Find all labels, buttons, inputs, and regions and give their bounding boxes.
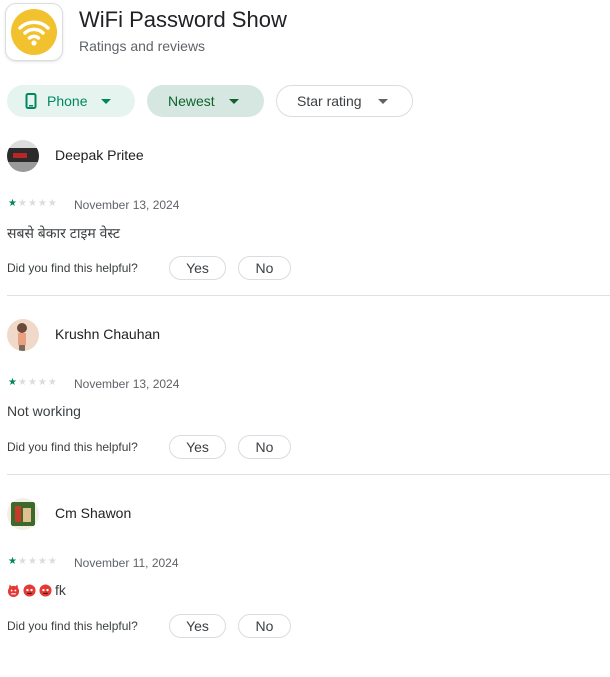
chevron-down-icon bbox=[377, 98, 388, 104]
review-text-row: fk bbox=[7, 582, 66, 598]
avatar[interactable] bbox=[7, 140, 39, 172]
review-card: Cm Shawon ★ ★ ★ ★ ★ November 11, 2024 fk… bbox=[0, 498, 610, 677]
review-text: सबसे बेकार टाइम वेस्ट bbox=[7, 225, 120, 241]
chevron-down-icon bbox=[101, 98, 112, 104]
wifi-icon bbox=[11, 9, 57, 55]
review-text: Not working bbox=[7, 403, 81, 419]
divider bbox=[7, 474, 610, 475]
helpful-no-button[interactable]: No bbox=[238, 256, 291, 280]
star-rating: ★ ★ ★ ★ ★ bbox=[8, 557, 57, 567]
star-icon: ★ bbox=[27, 377, 37, 388]
star-icon: ★ bbox=[8, 377, 17, 388]
star-icon: ★ bbox=[27, 556, 37, 567]
angry-face-emoji bbox=[39, 583, 52, 597]
helpful-no-button[interactable]: No bbox=[238, 614, 291, 638]
helpful-yes-button[interactable]: Yes bbox=[169, 614, 226, 638]
avatar[interactable] bbox=[7, 498, 39, 530]
star-icon: ★ bbox=[17, 556, 27, 567]
app-icon[interactable] bbox=[6, 4, 62, 60]
helpful-yes-button[interactable]: Yes bbox=[169, 256, 226, 280]
review-date: November 11, 2024 bbox=[74, 556, 179, 570]
chevron-down-icon bbox=[228, 98, 239, 104]
review-card: Deepak Pritee ★ ★ ★ ★ ★ November 13, 202… bbox=[0, 140, 610, 319]
star-icon: ★ bbox=[17, 377, 27, 388]
star-icon: ★ bbox=[27, 198, 37, 209]
star-icon: ★ bbox=[37, 556, 47, 567]
star-icon: ★ bbox=[37, 377, 47, 388]
review-author: Krushn Chauhan bbox=[55, 326, 161, 342]
star-icon: ★ bbox=[47, 377, 57, 388]
review-date: November 13, 2024 bbox=[74, 377, 180, 391]
star-icon: ★ bbox=[8, 556, 17, 567]
angry-devil-emoji bbox=[7, 583, 20, 597]
review-text: fk bbox=[55, 582, 66, 598]
divider bbox=[7, 295, 610, 296]
sort-filter-label: Newest bbox=[168, 93, 215, 109]
app-title: WiFi Password Show bbox=[79, 7, 287, 32]
helpful-prompt: Did you find this helpful? bbox=[7, 261, 138, 275]
sort-filter-chip[interactable]: Newest bbox=[147, 85, 264, 117]
review-date: November 13, 2024 bbox=[74, 198, 180, 212]
star-rating: ★ ★ ★ ★ ★ bbox=[8, 378, 57, 388]
review-author: Deepak Pritee bbox=[55, 147, 144, 163]
star-icon: ★ bbox=[8, 198, 17, 209]
star-icon: ★ bbox=[47, 198, 57, 209]
phone-icon bbox=[25, 93, 37, 109]
device-filter-chip[interactable]: Phone bbox=[7, 85, 135, 117]
helpful-no-button[interactable]: No bbox=[238, 435, 291, 459]
star-icon: ★ bbox=[47, 556, 57, 567]
device-filter-label: Phone bbox=[47, 93, 88, 109]
app-header: WiFi Password Show Ratings and reviews bbox=[6, 4, 606, 62]
rating-filter-label: Star rating bbox=[297, 93, 362, 109]
star-icon: ★ bbox=[17, 198, 27, 209]
helpful-prompt: Did you find this helpful? bbox=[7, 619, 138, 633]
star-icon: ★ bbox=[37, 198, 47, 209]
review-author: Cm Shawon bbox=[55, 505, 132, 521]
star-rating: ★ ★ ★ ★ ★ bbox=[8, 199, 57, 209]
page-subtitle: Ratings and reviews bbox=[79, 38, 206, 54]
rating-filter-chip[interactable]: Star rating bbox=[276, 85, 413, 117]
review-card: Krushn Chauhan ★ ★ ★ ★ ★ November 13, 20… bbox=[0, 319, 610, 498]
avatar[interactable] bbox=[7, 319, 39, 351]
helpful-yes-button[interactable]: Yes bbox=[169, 435, 226, 459]
angry-face-emoji bbox=[23, 583, 36, 597]
helpful-prompt: Did you find this helpful? bbox=[7, 440, 138, 454]
